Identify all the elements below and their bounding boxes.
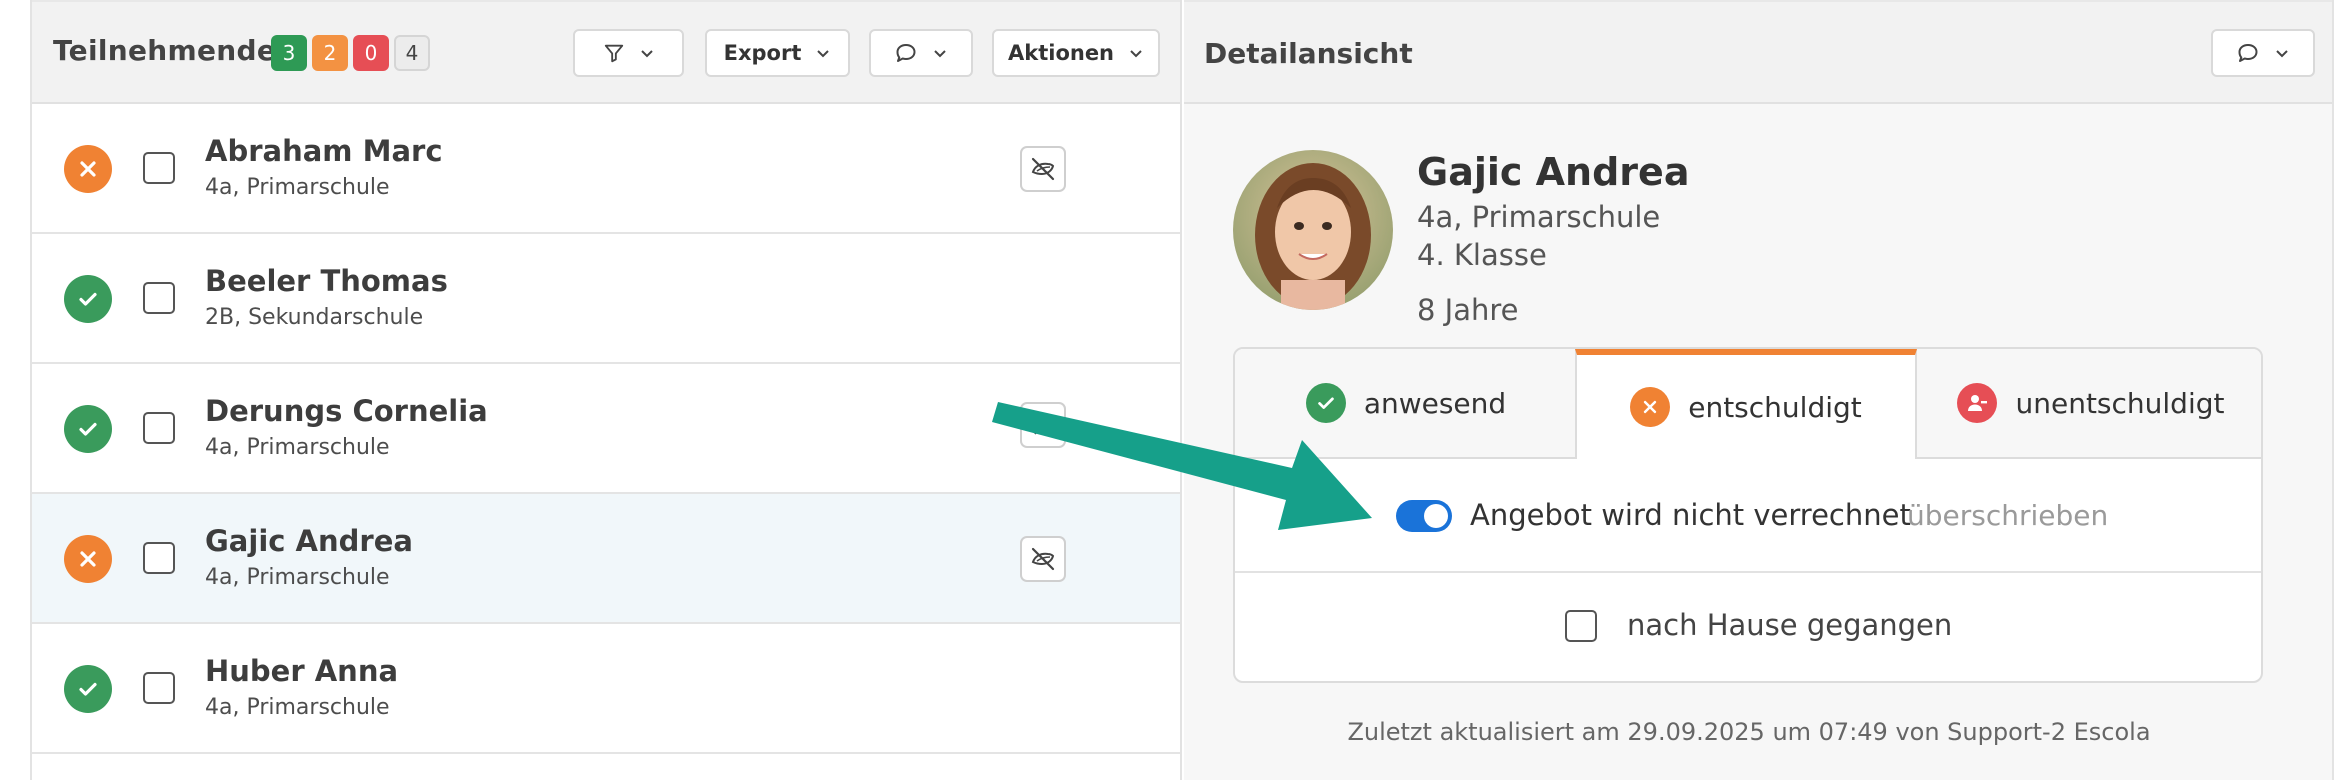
open-count-badge: 4 xyxy=(394,35,430,71)
went-home-row: nach Hause gegangen xyxy=(1235,573,2261,681)
person-name: Gajic Andrea xyxy=(1417,150,1690,194)
annotation-arrow-icon xyxy=(992,402,1372,530)
participant-row[interactable]: Abraham Marc 4a, Primarschule xyxy=(32,104,1180,234)
present-status-icon[interactable] xyxy=(64,405,112,453)
present-count-badge: 3 xyxy=(271,35,307,71)
no-food-icon[interactable] xyxy=(1020,146,1066,192)
present-status-icon[interactable] xyxy=(64,275,112,323)
participant-row[interactable]: Huber Anna 4a, Primarschule xyxy=(32,624,1180,754)
count-badges: 3 2 0 4 xyxy=(271,35,430,71)
row-checkbox[interactable] xyxy=(143,542,175,574)
person-age: 8 Jahre xyxy=(1417,293,1519,327)
person-class: 4a, Primarschule xyxy=(1417,200,1661,234)
filter-icon xyxy=(603,42,625,64)
chevron-down-icon xyxy=(2274,45,2290,61)
user-minus-icon xyxy=(1957,383,1998,423)
unexcused-count-badge: 0 xyxy=(353,35,389,71)
excused-status-icon[interactable] xyxy=(64,535,112,583)
excused-count-badge: 2 xyxy=(312,35,348,71)
participants-header: Teilnehmende 3 2 0 4 Export Aktionen xyxy=(32,0,1180,104)
participants-title: Teilnehmende xyxy=(53,34,277,67)
comment-icon xyxy=(2236,41,2260,65)
participant-class: 4a, Primarschule xyxy=(205,175,390,200)
filter-button[interactable] xyxy=(573,29,684,77)
tab-excused-label: entschuldigt xyxy=(1688,390,1862,424)
participant-class: 4a, Primarschule xyxy=(205,565,390,590)
participant-class: 4a, Primarschule xyxy=(205,435,390,460)
participant-name: Beeler Thomas xyxy=(205,264,448,298)
row-checkbox[interactable] xyxy=(143,412,175,444)
participant-name: Gajic Andrea xyxy=(205,524,413,558)
went-home-checkbox[interactable] xyxy=(1565,610,1597,642)
last-updated-text: Zuletzt aktualisiert am 29.09.2025 um 07… xyxy=(1347,718,2151,746)
billing-toggle-label: Angebot wird nicht verrechnet xyxy=(1470,498,1911,532)
app-frame: Teilnehmende 3 2 0 4 Export Aktionen Abr… xyxy=(30,0,2334,780)
participant-row[interactable]: Beeler Thomas 2B, Sekundarschule xyxy=(32,234,1180,364)
participant-class: 2B, Sekundarschule xyxy=(205,305,424,330)
participant-class: 4a, Primarschule xyxy=(205,695,390,720)
comment-icon xyxy=(894,41,918,65)
participant-name: Derungs Cornelia xyxy=(205,394,488,428)
detail-comment-button[interactable] xyxy=(2211,29,2315,77)
export-button[interactable]: Export xyxy=(705,29,850,77)
participant-name: Huber Anna xyxy=(205,654,399,688)
excused-status-icon[interactable] xyxy=(64,145,112,193)
participant-name: Abraham Marc xyxy=(205,134,443,168)
comment-button[interactable] xyxy=(869,29,973,77)
export-label: Export xyxy=(723,41,802,65)
person-grade: 4. Klasse xyxy=(1417,238,1547,272)
tab-unexcused-label: unentschuldigt xyxy=(2015,386,2225,420)
attendance-card: anwesend entschuldigt unentschuldigt Ang… xyxy=(1233,347,2263,683)
row-checkbox[interactable] xyxy=(143,152,175,184)
participants-panel: Teilnehmende 3 2 0 4 Export Aktionen Abr… xyxy=(32,0,1182,780)
avatar xyxy=(1233,150,1393,310)
actions-button[interactable]: Aktionen xyxy=(992,29,1160,77)
tab-unexcused[interactable]: unentschuldigt xyxy=(1917,349,2261,459)
chevron-down-icon xyxy=(639,45,655,61)
actions-label: Aktionen xyxy=(1007,41,1115,65)
chevron-down-icon xyxy=(1128,45,1144,61)
went-home-label: nach Hause gegangen xyxy=(1627,608,1953,642)
detail-header: Detailansicht xyxy=(1184,0,2332,104)
billing-toggle-row: Angebot wird nicht verrechnet überschrie… xyxy=(1235,459,2261,573)
tab-present-label: anwesend xyxy=(1363,386,1507,420)
present-status-icon[interactable] xyxy=(64,665,112,713)
tab-excused[interactable]: entschuldigt xyxy=(1575,349,1917,459)
chevron-down-icon xyxy=(815,45,831,61)
override-status[interactable]: überschrieben xyxy=(1907,499,2108,532)
row-checkbox[interactable] xyxy=(143,672,175,704)
detail-title: Detailansicht xyxy=(1204,37,1413,70)
detail-panel: Detailansicht Gajic Andrea 4a, Primarsch… xyxy=(1184,0,2332,780)
billing-toggle[interactable] xyxy=(1396,500,1452,532)
close-icon xyxy=(1630,387,1671,427)
row-checkbox[interactable] xyxy=(143,282,175,314)
chevron-down-icon xyxy=(932,45,948,61)
